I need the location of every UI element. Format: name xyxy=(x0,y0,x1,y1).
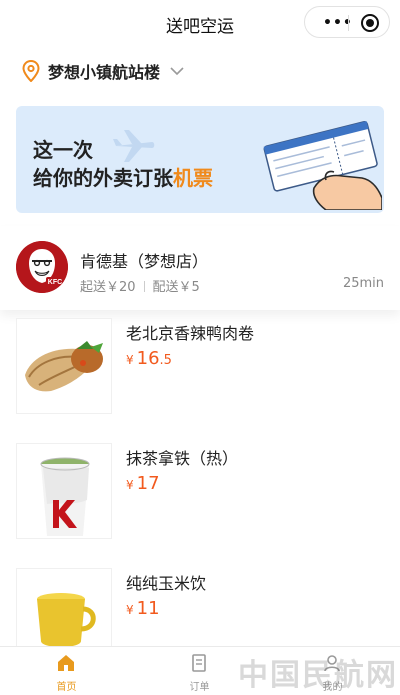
currency-symbol: ¥ xyxy=(126,478,134,492)
menu-item-name: 纯纯玉米饮 xyxy=(126,574,207,593)
chevron-down-icon xyxy=(170,67,184,76)
price-decimal: .5 xyxy=(159,353,172,368)
close-target-icon[interactable] xyxy=(361,14,379,32)
price-integer: 11 xyxy=(136,598,160,619)
home-icon xyxy=(58,655,74,671)
menu-item-name: 老北京香辣鸭肉卷 xyxy=(126,324,255,343)
navigation-bar: 送吧空运 ••• xyxy=(0,0,400,46)
tab-home[interactable]: 首页 xyxy=(0,647,133,695)
capsule-divider xyxy=(348,15,349,31)
tab-label: 首页 xyxy=(56,682,77,693)
location-label: 梦想小镇航站楼 xyxy=(48,63,161,82)
price-integer: 17 xyxy=(136,473,160,494)
min-order-label: 起送￥20 xyxy=(80,280,136,295)
banner-headline-2: 给你的外卖订张机票 xyxy=(33,162,213,191)
shop-info-card[interactable]: KFC 肯德基（梦想店） 起送￥20 配送￥5 25min xyxy=(0,226,400,310)
promo-banner[interactable]: 这一次 给你的外卖订张机票 xyxy=(16,106,384,213)
kfc-logo: KFC xyxy=(16,241,68,293)
menu-item-price: ¥16.5 xyxy=(126,348,172,369)
delivery-fee-label: 配送￥5 xyxy=(152,280,200,295)
currency-symbol: ¥ xyxy=(126,603,134,617)
meta-divider xyxy=(143,281,145,292)
banner-headline-2-text: 给你的外卖订张 xyxy=(33,166,173,190)
watermark: 中国民航网 xyxy=(238,658,398,693)
banner-highlight: 机票 xyxy=(173,166,213,190)
order-icon xyxy=(192,654,206,672)
banner-headline-1: 这一次 xyxy=(33,138,93,162)
price-integer: 16 xyxy=(136,348,160,369)
location-selector[interactable]: 梦想小镇航站楼 xyxy=(22,58,184,84)
menu-item-image xyxy=(16,443,112,539)
ticket-hand-illustration xyxy=(263,121,382,210)
menu-item-image xyxy=(16,318,112,414)
menu-item-price: ¥11 xyxy=(126,598,160,619)
menu-item-name: 抹茶拿铁（热） xyxy=(126,449,239,468)
menu-item-price: ¥17 xyxy=(126,473,160,494)
delivery-time: 25min xyxy=(342,276,384,291)
mini-program-capsule: ••• xyxy=(304,6,390,38)
menu-item[interactable]: 老北京香辣鸭肉卷 ¥16.5 xyxy=(0,318,400,422)
menu-item[interactable]: 抹茶拿铁（热） ¥17 xyxy=(0,443,400,547)
shop-name: 肯德基（梦想店） xyxy=(80,252,209,271)
shop-meta: 起送￥20 配送￥5 xyxy=(80,276,200,295)
svg-text:KFC: KFC xyxy=(48,279,62,286)
airplane-icon xyxy=(113,130,155,162)
currency-symbol: ¥ xyxy=(126,353,134,367)
location-pin-icon xyxy=(22,60,40,82)
